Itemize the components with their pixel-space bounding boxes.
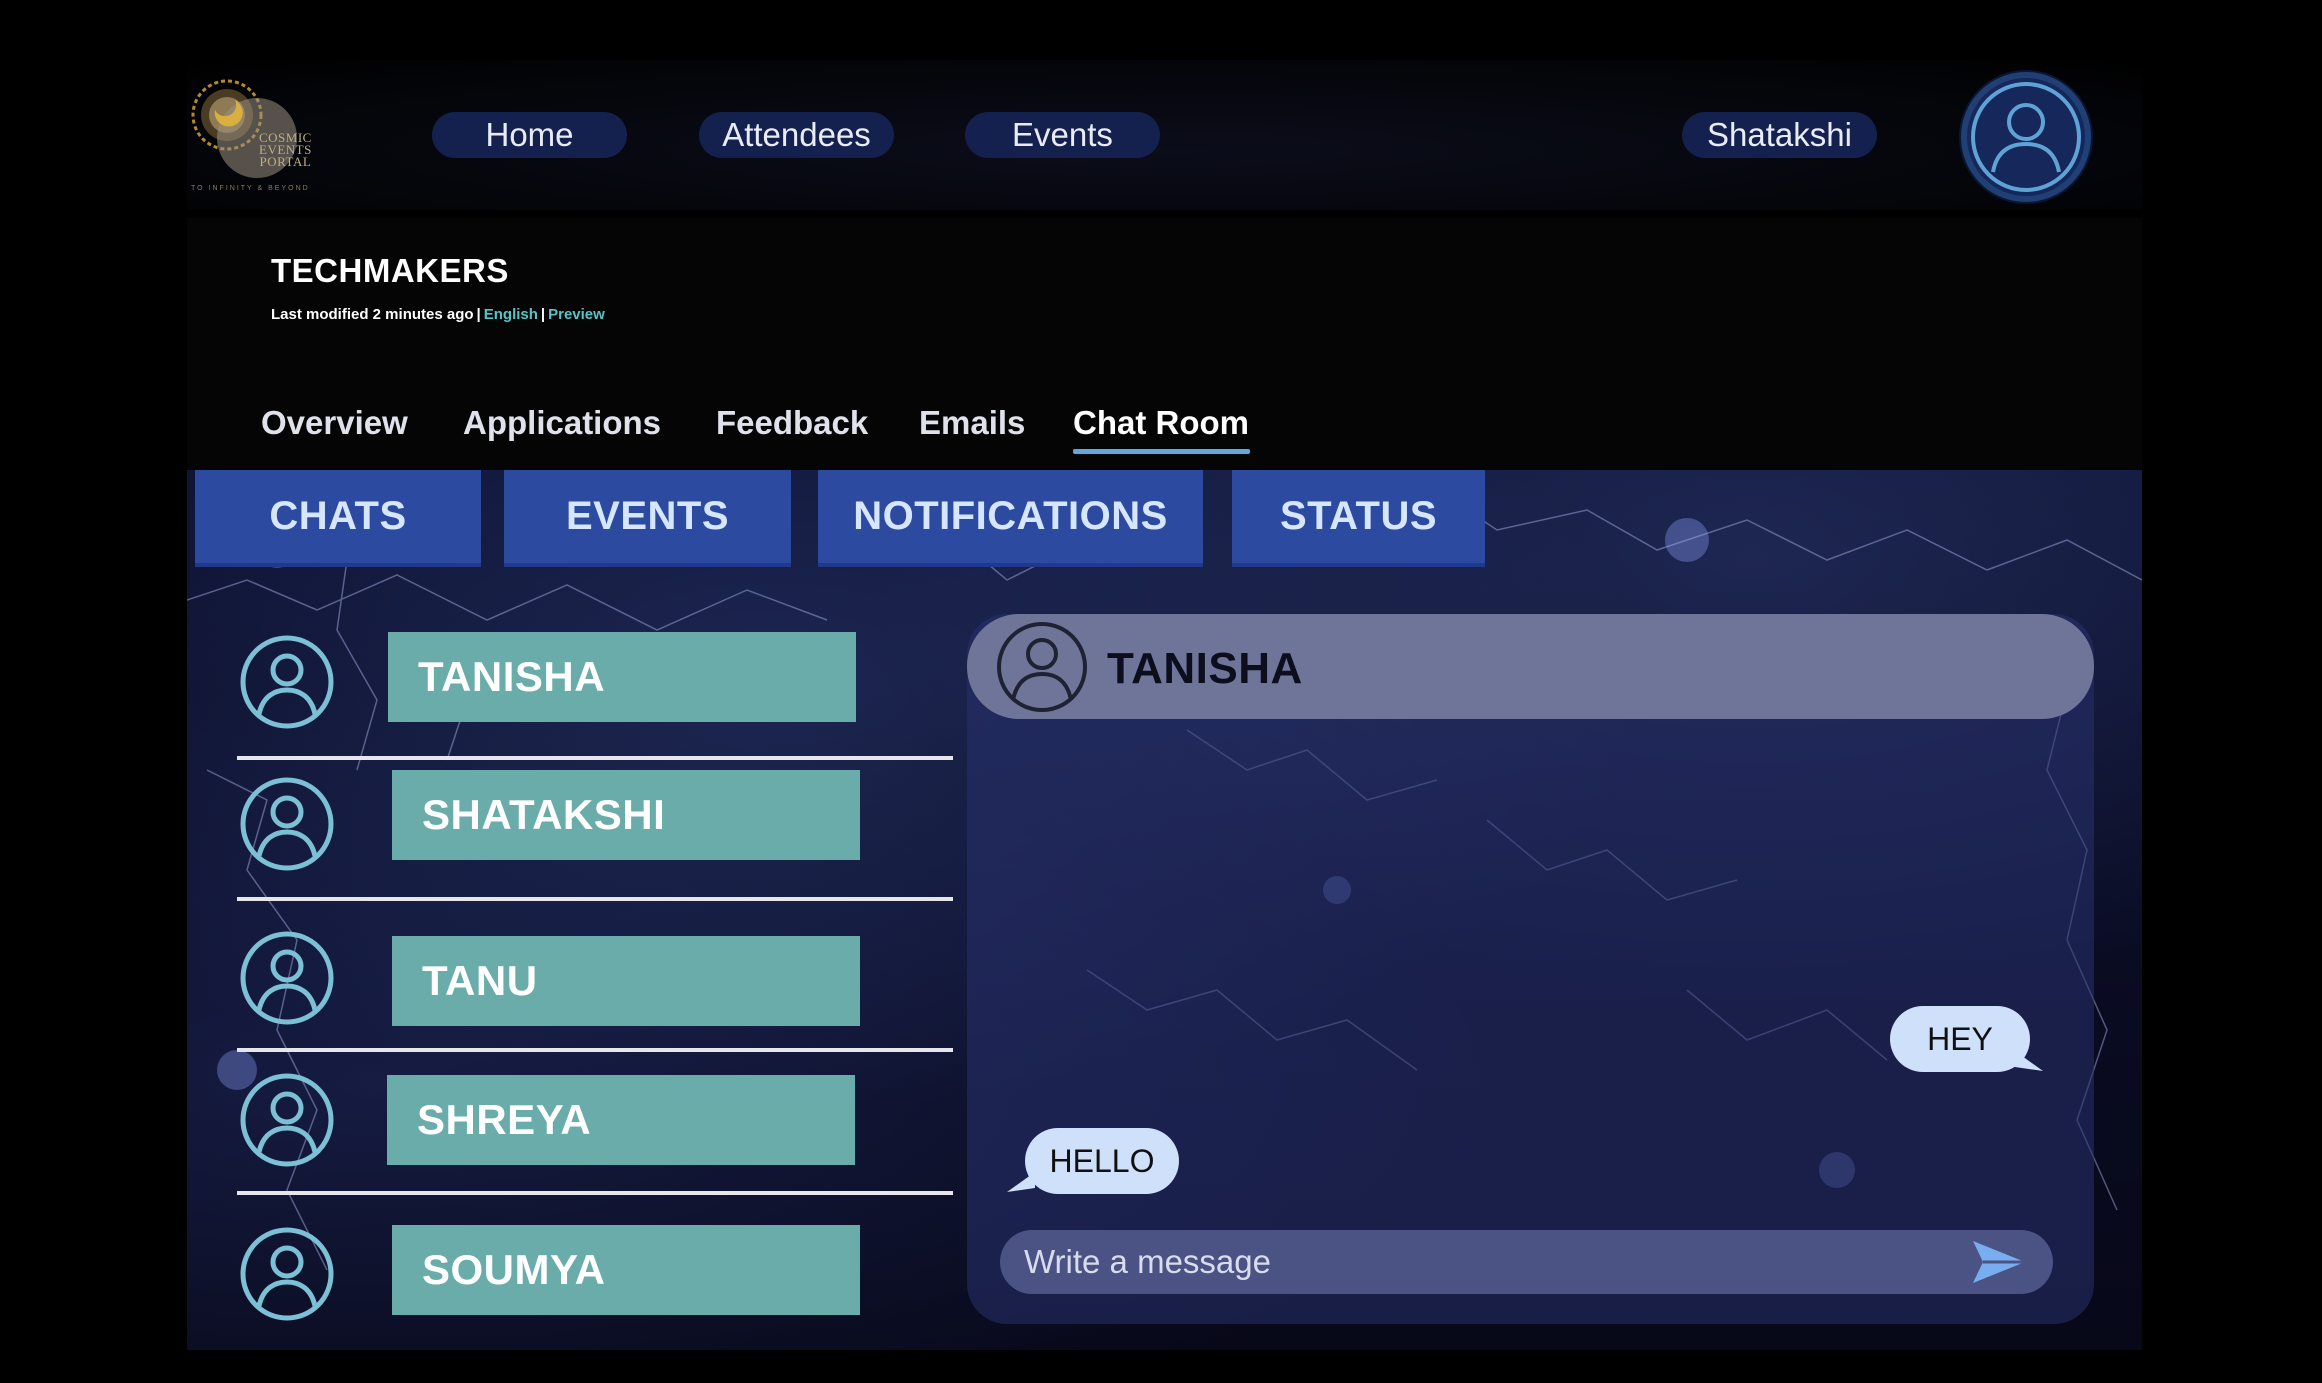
- user-avatar-icon: [240, 635, 334, 729]
- chat-divider: [237, 756, 953, 760]
- tab-feedback[interactable]: Feedback: [716, 404, 868, 442]
- cosmic-events-logo[interactable]: COSMIC EVENTS PORTAL TO INFINITY & BEYON…: [187, 70, 357, 195]
- chat-list-item[interactable]: TANISHA: [237, 632, 953, 772]
- chat-list-item[interactable]: SOUMYA: [237, 1220, 953, 1360]
- send-arrow-icon[interactable]: [1971, 1239, 2027, 1285]
- nav-attendees-button[interactable]: Attendees: [699, 112, 894, 158]
- profile-avatar-button[interactable]: [1961, 72, 2091, 202]
- chat-divider: [237, 897, 953, 901]
- user-avatar-icon: [1971, 82, 2081, 192]
- tab-applications[interactable]: Applications: [463, 404, 661, 442]
- user-avatar-icon: [240, 777, 334, 871]
- user-avatar-icon: [240, 1073, 334, 1167]
- contact-avatar-icon: [997, 622, 1087, 712]
- meta-separator: |: [476, 306, 481, 323]
- project-meta: Last modified 2 minutes ago | English | Prev…: [271, 306, 605, 323]
- chat-name: TANU: [392, 936, 860, 1026]
- preview-link[interactable]: Preview: [548, 306, 605, 323]
- logo-text: COSMIC EVENTS PORTAL: [259, 131, 312, 169]
- bubble-tail-icon: [2015, 1051, 2043, 1071]
- bubble-tail-icon: [1007, 1172, 1035, 1192]
- user-avatar-icon: [240, 1227, 334, 1321]
- meta-separator: |: [540, 306, 546, 323]
- logo-word-3: PORTAL: [259, 154, 312, 169]
- tab-chat-room[interactable]: Chat Room: [1073, 404, 1249, 442]
- tab-emails[interactable]: Emails: [919, 404, 1025, 442]
- chat-room-area: CHATS EVENTS NOTIFICATIONS STATUS TANISH…: [187, 470, 2142, 1350]
- page-title: TECHMAKERS: [271, 252, 509, 289]
- message-input[interactable]: [1024, 1230, 1924, 1294]
- nav-home-button[interactable]: Home: [432, 112, 627, 158]
- chat-divider: [237, 1048, 953, 1052]
- project-header: TECHMAKERS Last modified 2 minutes ago | E…: [187, 218, 2142, 470]
- language-link[interactable]: English: [484, 306, 538, 323]
- chat-list-item[interactable]: SHREYA: [237, 1070, 953, 1210]
- chat-name: SHREYA: [387, 1075, 855, 1165]
- last-modified-text: Last modified 2 minutes ago: [271, 306, 474, 323]
- chat-name: SHATAKSHI: [392, 770, 860, 860]
- subtab-events[interactable]: EVENTS: [504, 470, 791, 567]
- conversation-contact-name: TANISHA: [1107, 644, 1303, 693]
- message-input-bar: [1000, 1230, 2053, 1294]
- chat-list-item[interactable]: SHATAKSHI: [237, 770, 953, 922]
- conversation-header: TANISHA: [967, 614, 2094, 719]
- top-navigation-bar: COSMIC EVENTS PORTAL TO INFINITY & BEYON…: [187, 60, 2142, 210]
- user-avatar-icon: [240, 931, 334, 1025]
- message-bubble-outgoing: HEY: [1890, 1006, 2030, 1072]
- subtab-notifications[interactable]: NOTIFICATIONS: [818, 470, 1203, 567]
- nav-events-button[interactable]: Events: [965, 112, 1160, 158]
- subtab-chats[interactable]: CHATS: [195, 470, 481, 567]
- message-bubble-incoming: HELLO: [1025, 1128, 1179, 1194]
- user-name-button[interactable]: Shatakshi: [1682, 112, 1877, 158]
- active-tab-indicator: [1073, 449, 1250, 454]
- conversation-panel: TANISHA HEY HELLO: [967, 614, 2094, 1324]
- chat-name: SOUMYA: [392, 1225, 860, 1315]
- chat-divider: [237, 1191, 953, 1195]
- subtab-status[interactable]: STATUS: [1232, 470, 1485, 567]
- chat-name: TANISHA: [388, 632, 856, 722]
- chat-list-item[interactable]: TANU: [237, 928, 953, 1068]
- logo-tagline: TO INFINITY & BEYOND: [191, 185, 310, 192]
- tab-overview[interactable]: Overview: [261, 404, 408, 442]
